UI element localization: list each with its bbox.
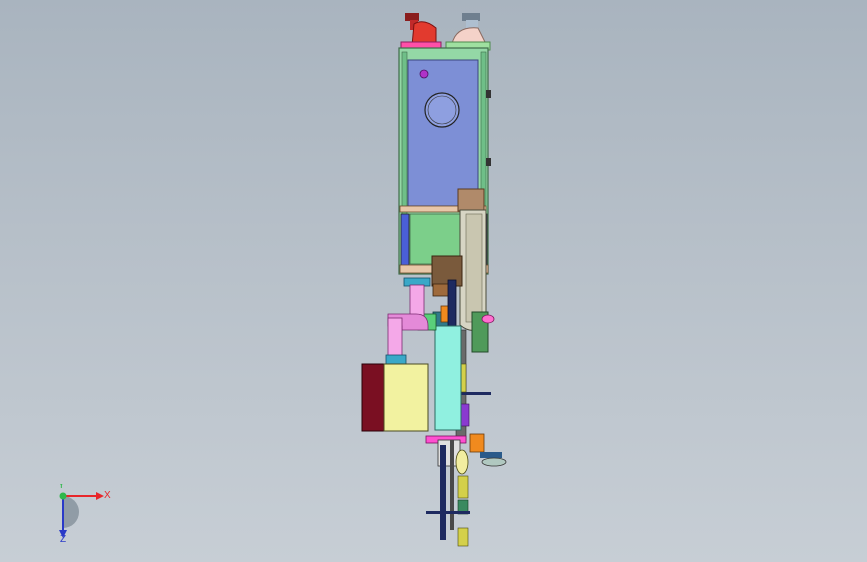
cad-viewport[interactable]: [0, 0, 867, 562]
top-right-fitting: [445, 13, 491, 51]
x-axis-label: X: [104, 490, 111, 501]
top-left-fitting: [400, 13, 442, 51]
lower-mechanism[interactable]: [425, 433, 507, 547]
side-box[interactable]: [361, 363, 429, 432]
housing-window: [407, 59, 479, 207]
z-axis-label: Z: [60, 534, 66, 544]
belt-arm[interactable]: [457, 188, 495, 353]
motor-port: [424, 92, 460, 128]
indicator-dot: [419, 69, 429, 79]
y-axis-label: Y: [58, 484, 65, 491]
pink-pipe: [385, 277, 431, 366]
coordinate-axis-triad-icon: X Y Z: [58, 484, 111, 544]
